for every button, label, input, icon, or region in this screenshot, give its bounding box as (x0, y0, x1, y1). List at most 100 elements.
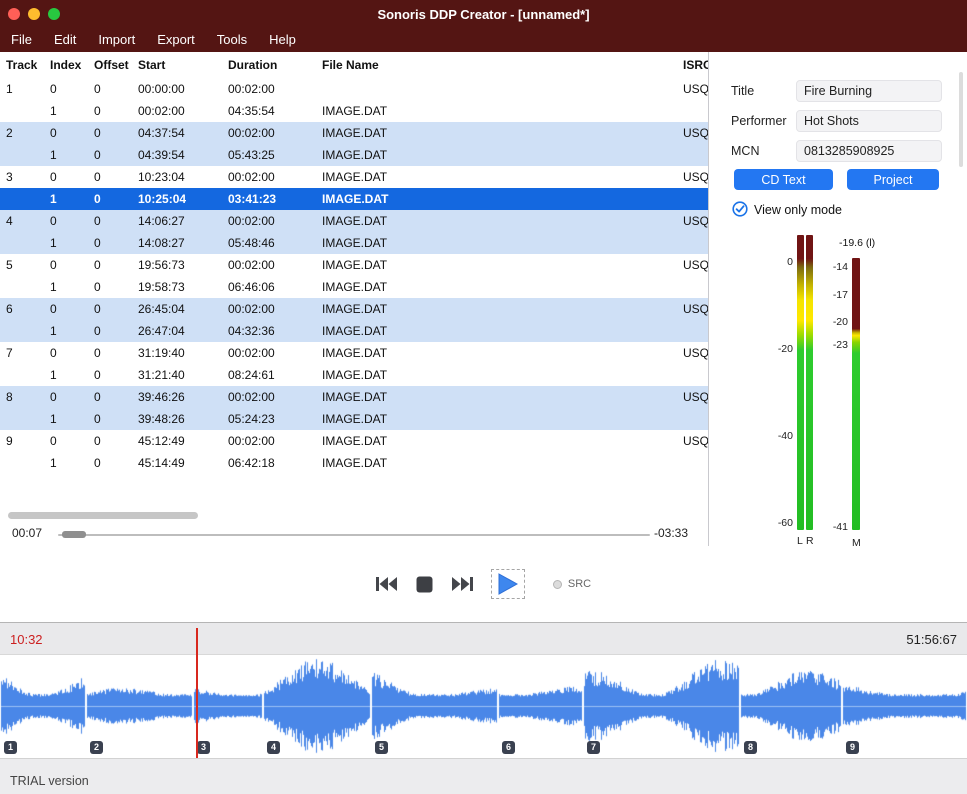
cell-track (0, 320, 44, 342)
track-marker-badge[interactable]: 9 (846, 741, 859, 754)
close-button[interactable] (8, 8, 20, 20)
table-row[interactable]: 30010:23:0400:02:00IMAGE.DATUSQ (0, 166, 708, 188)
view-only-check-icon[interactable] (732, 201, 748, 217)
menu-edit[interactable]: Edit (43, 28, 87, 52)
project-button[interactable]: Project (847, 169, 939, 190)
table-row[interactable]: 1014:08:2705:48:46IMAGE.DAT (0, 232, 708, 254)
table-horizontal-scrollbar[interactable] (8, 512, 198, 519)
cell-isrc: USQ (683, 78, 708, 100)
total-time: 51:56:67 (906, 632, 957, 647)
table-row[interactable]: 60026:45:0400:02:00IMAGE.DATUSQ (0, 298, 708, 320)
cell-file: IMAGE.DAT (316, 276, 683, 298)
table-row[interactable]: 1039:48:2605:24:23IMAGE.DAT (0, 408, 708, 430)
title-input[interactable] (796, 80, 942, 102)
column-header-index[interactable]: Index (44, 52, 88, 78)
skip-forward-icon (451, 576, 473, 592)
track-marker-badge[interactable]: 8 (744, 741, 757, 754)
track-marker-badge[interactable]: 6 (502, 741, 515, 754)
play-button[interactable] (498, 573, 518, 595)
track-marker-badge[interactable]: 4 (267, 741, 280, 754)
cell-duration: 00:02:00 (222, 342, 316, 364)
cell-start: 14:08:27 (132, 232, 222, 254)
table-row[interactable]: 1045:14:4906:42:18IMAGE.DAT (0, 452, 708, 474)
track-marker-badge[interactable]: 7 (587, 741, 600, 754)
table-row[interactable]: 50019:56:7300:02:00IMAGE.DATUSQ (0, 254, 708, 276)
cell-track (0, 276, 44, 298)
cell-track (0, 188, 44, 210)
table-row[interactable]: 1000:02:0004:35:54IMAGE.DAT (0, 100, 708, 122)
cell-file: IMAGE.DAT (316, 144, 683, 166)
panel-scrollbar[interactable] (959, 72, 963, 167)
table-row[interactable]: 80039:46:2600:02:00IMAGE.DATUSQ (0, 386, 708, 408)
performer-input[interactable] (796, 110, 942, 132)
previous-track-button[interactable] (376, 576, 398, 592)
table-row[interactable]: 20004:37:5400:02:00IMAGE.DATUSQ (0, 122, 708, 144)
cell-isrc (683, 144, 708, 166)
playhead-cursor[interactable] (196, 628, 198, 758)
cell-duration: 00:02:00 (222, 210, 316, 232)
play-icon (498, 573, 518, 595)
cell-isrc: USQ (683, 122, 708, 144)
track-marker-badge[interactable]: 3 (197, 741, 210, 754)
cell-duration: 00:02:00 (222, 298, 316, 320)
performer-label: Performer (731, 114, 787, 128)
table-row[interactable]: 40014:06:2700:02:00IMAGE.DATUSQ (0, 210, 708, 232)
playback-slider-handle[interactable] (62, 531, 86, 538)
cell-file: IMAGE.DAT (316, 100, 683, 122)
column-header-duration[interactable]: Duration (222, 52, 316, 78)
m-scale-20: -20 (818, 316, 848, 328)
next-track-button[interactable] (451, 576, 473, 592)
elapsed-time: 00:07 (12, 526, 42, 540)
column-header-file[interactable]: File Name (316, 52, 683, 78)
table-row[interactable]: 1026:47:0404:32:36IMAGE.DAT (0, 320, 708, 342)
table-row[interactable]: 1010:25:0403:41:23IMAGE.DAT (0, 188, 708, 210)
minimize-button[interactable] (28, 8, 40, 20)
cell-track: 4 (0, 210, 44, 232)
stop-button[interactable] (416, 576, 433, 593)
src-indicator[interactable] (553, 580, 562, 589)
cell-duration: 06:42:18 (222, 452, 316, 474)
column-header-isrc[interactable]: ISRC (683, 52, 708, 78)
menu-import[interactable]: Import (87, 28, 146, 52)
cell-isrc (683, 320, 708, 342)
cell-index: 0 (44, 342, 88, 364)
waveform-canvas[interactable] (0, 655, 967, 758)
track-table-body: 10000:00:0000:02:00USQ1000:02:0004:35:54… (0, 78, 708, 474)
menu-tools[interactable]: Tools (206, 28, 258, 52)
cell-file: IMAGE.DAT (316, 122, 683, 144)
table-row[interactable]: 1031:21:4008:24:61IMAGE.DAT (0, 364, 708, 386)
track-marker-badge[interactable]: 1 (4, 741, 17, 754)
cd-text-button[interactable]: CD Text (734, 169, 833, 190)
m-scale-14: -14 (818, 261, 848, 273)
zoom-button[interactable] (48, 8, 60, 20)
table-row[interactable]: 90045:12:4900:02:00IMAGE.DATUSQ (0, 430, 708, 452)
menu-help[interactable]: Help (258, 28, 307, 52)
remaining-time: -03:33 (654, 526, 688, 540)
column-header-track[interactable]: Track (0, 52, 44, 78)
cell-offset: 0 (88, 430, 132, 452)
track-marker-badge[interactable]: 2 (90, 741, 103, 754)
table-row[interactable]: 1004:39:5405:43:25IMAGE.DAT (0, 144, 708, 166)
lr-scale-20: -20 (763, 343, 793, 355)
column-header-offset[interactable]: Offset (88, 52, 132, 78)
cell-track: 5 (0, 254, 44, 276)
loudness-readout: -19.6 (l) (839, 237, 875, 249)
m-scale-41: -41 (818, 521, 848, 533)
cell-duration: 08:24:61 (222, 364, 316, 386)
mcn-input[interactable] (796, 140, 942, 162)
table-row[interactable]: 1019:58:7306:46:06IMAGE.DAT (0, 276, 708, 298)
column-header-start[interactable]: Start (132, 52, 222, 78)
cell-track: 1 (0, 78, 44, 100)
cell-track (0, 452, 44, 474)
playback-slider-track[interactable] (58, 534, 650, 536)
table-row[interactable]: 70031:19:4000:02:00IMAGE.DATUSQ (0, 342, 708, 364)
menu-file[interactable]: File (0, 28, 43, 52)
cell-offset: 0 (88, 122, 132, 144)
cell-index: 1 (44, 452, 88, 474)
cell-file: IMAGE.DAT (316, 232, 683, 254)
table-row[interactable]: 10000:00:0000:02:00USQ (0, 78, 708, 100)
menu-export[interactable]: Export (146, 28, 206, 52)
cell-offset: 0 (88, 166, 132, 188)
track-marker-badge[interactable]: 5 (375, 741, 388, 754)
cell-track (0, 144, 44, 166)
